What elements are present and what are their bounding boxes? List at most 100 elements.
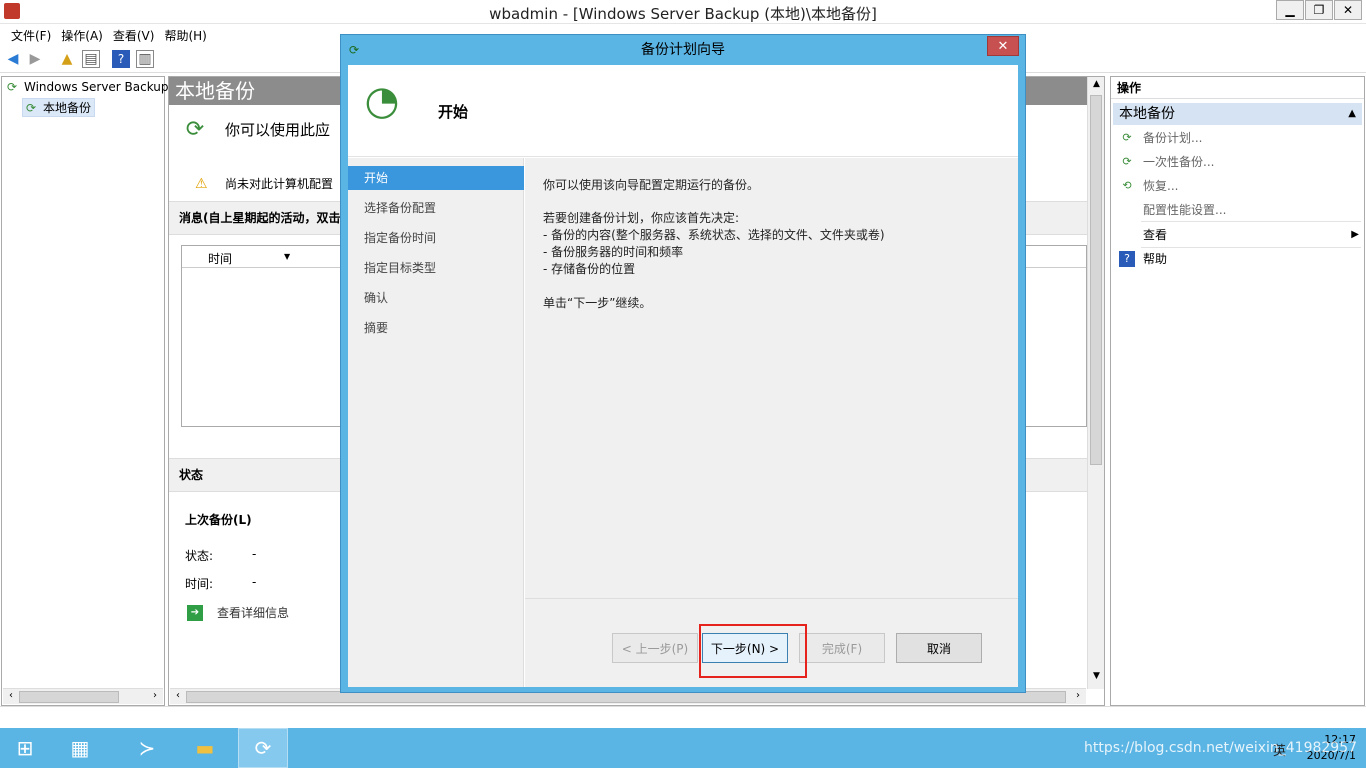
menu-view[interactable]: 查看(V) — [108, 24, 160, 44]
blank-icon — [1119, 202, 1135, 218]
submenu-arrow-icon: ▶ — [1351, 229, 1359, 240]
next-button-highlight — [699, 624, 807, 678]
scroll-left-icon[interactable]: ‹ — [4, 690, 18, 704]
actions-divider — [1141, 247, 1361, 248]
menu-action[interactable]: 操作(A) — [56, 24, 108, 44]
actions-pane: 操作 本地备份 ▲ ⟳ 备份计划... ⟳ 一次性备份... ⟲ 恢复... 配… — [1110, 76, 1365, 706]
intro-text: ⟳ 你可以使用此应 — [179, 113, 330, 145]
up-folder-icon[interactable]: ▲ — [58, 50, 76, 68]
action-view[interactable]: 查看 ▶ — [1119, 226, 1359, 243]
action-configure-performance[interactable]: 配置性能设置... — [1119, 201, 1226, 218]
content-paragraph: 单击“下一步”继续。 — [543, 296, 652, 310]
step-summary[interactable]: 摘要 — [348, 316, 524, 340]
collapse-icon[interactable]: ▲ — [1348, 103, 1356, 125]
tree-root-label: Windows Server Backup — [24, 80, 169, 94]
backup-schedule-icon: ⟳ — [1122, 131, 1132, 144]
help-icon: ? — [1119, 250, 1135, 267]
console-tree: ⟳ Windows Server Backup ⟳ 本地备份 ‹ › — [1, 76, 169, 706]
action-label: 恢复... — [1143, 179, 1179, 193]
powershell-icon[interactable]: ≻ — [122, 728, 172, 768]
blank-icon — [1119, 227, 1135, 243]
forward-arrow-icon[interactable]: ▶ — [26, 50, 44, 68]
minimize-button[interactable]: ▁ — [1276, 0, 1304, 20]
scroll-right-icon[interactable]: › — [148, 690, 162, 704]
step-backup-time[interactable]: 指定备份时间 — [348, 226, 524, 250]
window-titlebar: wbadmin - [Windows Server Backup (本地)\本地… — [0, 0, 1366, 24]
tree-child-label: 本地备份 — [43, 101, 92, 115]
time-label: 时间: — [185, 577, 214, 591]
view-details-label: 查看详细信息 — [217, 606, 290, 620]
pane-vertical-scrollbar[interactable]: ▲ ▼ — [1087, 77, 1104, 689]
wizard-header: ◔ 开始 — [348, 65, 1018, 157]
scroll-up-icon[interactable]: ▲ — [1089, 79, 1104, 93]
warning-icon: ⚠ — [195, 175, 208, 192]
action-label: 一次性备份... — [1143, 155, 1215, 169]
action-backup-schedule[interactable]: ⟳ 备份计划... — [1119, 129, 1202, 146]
file-explorer-icon[interactable]: ▬ — [180, 728, 230, 768]
wizard-content: 你可以使用该向导配置定期运行的备份。 若要创建备份计划，你应该首先决定: - 备… — [525, 158, 1018, 598]
actions-group-label: 本地备份 — [1119, 106, 1175, 122]
close-window-button[interactable]: ✕ — [1334, 0, 1362, 20]
view-details-link[interactable]: ➔ 查看详细信息 — [187, 604, 289, 621]
step-confirm[interactable]: 确认 — [348, 286, 524, 310]
start-windows-icon[interactable]: ⊞ — [0, 728, 50, 768]
step-destination-type[interactable]: 指定目标类型 — [348, 256, 524, 280]
step-select-config[interactable]: 选择备份配置 — [348, 196, 524, 220]
scroll-down-icon[interactable]: ▼ — [1089, 671, 1104, 685]
action-help[interactable]: ? 帮助 — [1119, 250, 1167, 267]
scroll-thumb[interactable] — [1090, 95, 1102, 465]
finish-button[interactable]: 完成(F) — [799, 633, 885, 663]
wizard-body: ◔ 开始 开始 选择备份配置 指定备份时间 指定目标类型 确认 摘要 你可以使用… — [348, 65, 1018, 687]
arrow-right-icon: ➔ — [187, 604, 203, 621]
actions-divider — [1141, 221, 1361, 222]
wbadmin-task-icon[interactable]: ⟳ — [238, 728, 288, 768]
wizard-steps: 开始 选择备份配置 指定备份时间 指定目标类型 确认 摘要 — [348, 158, 524, 687]
action-label: 配置性能设置... — [1143, 203, 1227, 217]
last-backup-title: 上次备份(L) — [185, 513, 252, 527]
previous-button[interactable]: < 上一步(P) — [612, 633, 698, 663]
menu-help[interactable]: 帮助(H) — [159, 24, 211, 44]
show-hide-tree-icon[interactable]: ▤ — [82, 50, 100, 68]
wizard-close-button[interactable]: ✕ — [987, 36, 1019, 56]
scroll-left-icon[interactable]: ‹ — [171, 690, 185, 704]
status-bar — [0, 706, 1366, 728]
sort-down-icon: ▼ — [284, 252, 291, 261]
back-arrow-icon[interactable]: ◀ — [4, 50, 22, 68]
tree-node-root[interactable]: ⟳ Windows Server Backup — [4, 79, 169, 95]
restore-button[interactable]: ❐ — [1305, 0, 1333, 20]
server-manager-icon[interactable]: ▦ — [55, 728, 105, 768]
backup-icon: ⟳ — [25, 100, 37, 115]
wizard-title: 备份计划向导 — [641, 42, 725, 58]
action-backup-once[interactable]: ⟳ 一次性备份... — [1119, 153, 1214, 170]
action-label: 备份计划... — [1143, 131, 1203, 145]
show-action-pane-icon[interactable]: ▥ — [136, 50, 154, 68]
status-label: 状态: — [185, 549, 214, 563]
actions-group-local-backup[interactable]: 本地备份 ▲ — [1113, 103, 1362, 125]
warning-message: ⚠ 尚未对此计算机配置 — [195, 175, 333, 192]
column-time[interactable]: 时间 — [208, 250, 232, 267]
time-value: - — [252, 575, 257, 589]
content-paragraph: 若要创建备份计划，你应该首先决定: — [543, 211, 740, 225]
tree-node-local-backup[interactable]: ⟳ 本地备份 — [22, 98, 96, 117]
action-recover[interactable]: ⟲ 恢复... — [1119, 177, 1178, 194]
action-label: 查看 — [1143, 228, 1168, 242]
content-bullet: - 备份服务器的时间和频率 — [543, 245, 684, 259]
window-title: wbadmin - [Windows Server Backup (本地)\本地… — [489, 5, 877, 23]
backup-schedule-wizard: ⟳ 备份计划向导 ✕ ◔ 开始 开始 选择备份配置 指定备份时间 指定目标类型 … — [340, 34, 1026, 693]
cancel-button[interactable]: 取消 — [896, 633, 982, 663]
step-start[interactable]: 开始 — [348, 166, 524, 190]
scroll-thumb[interactable] — [19, 691, 119, 703]
backup-clock-icon: ◔ — [364, 78, 400, 124]
content-paragraph: 你可以使用该向导配置定期运行的备份。 — [543, 178, 760, 192]
content-bullet: - 备份的内容(整个服务器、系统状态、选择的文件、文件夹或卷) — [543, 228, 885, 242]
tree-horizontal-scrollbar[interactable]: ‹ › — [3, 688, 163, 704]
help-icon[interactable]: ? — [112, 50, 130, 68]
actions-title: 操作 — [1111, 77, 1364, 99]
backup-once-icon: ⟳ — [1122, 155, 1132, 168]
recover-icon: ⟲ — [1122, 179, 1132, 192]
backup-icon: ⟳ — [185, 116, 205, 142]
backup-icon: ⟳ — [6, 80, 18, 94]
menu-file[interactable]: 文件(F) — [6, 24, 56, 44]
scroll-right-icon[interactable]: › — [1071, 690, 1085, 704]
content-bullet: - 存储备份的位置 — [543, 262, 636, 276]
